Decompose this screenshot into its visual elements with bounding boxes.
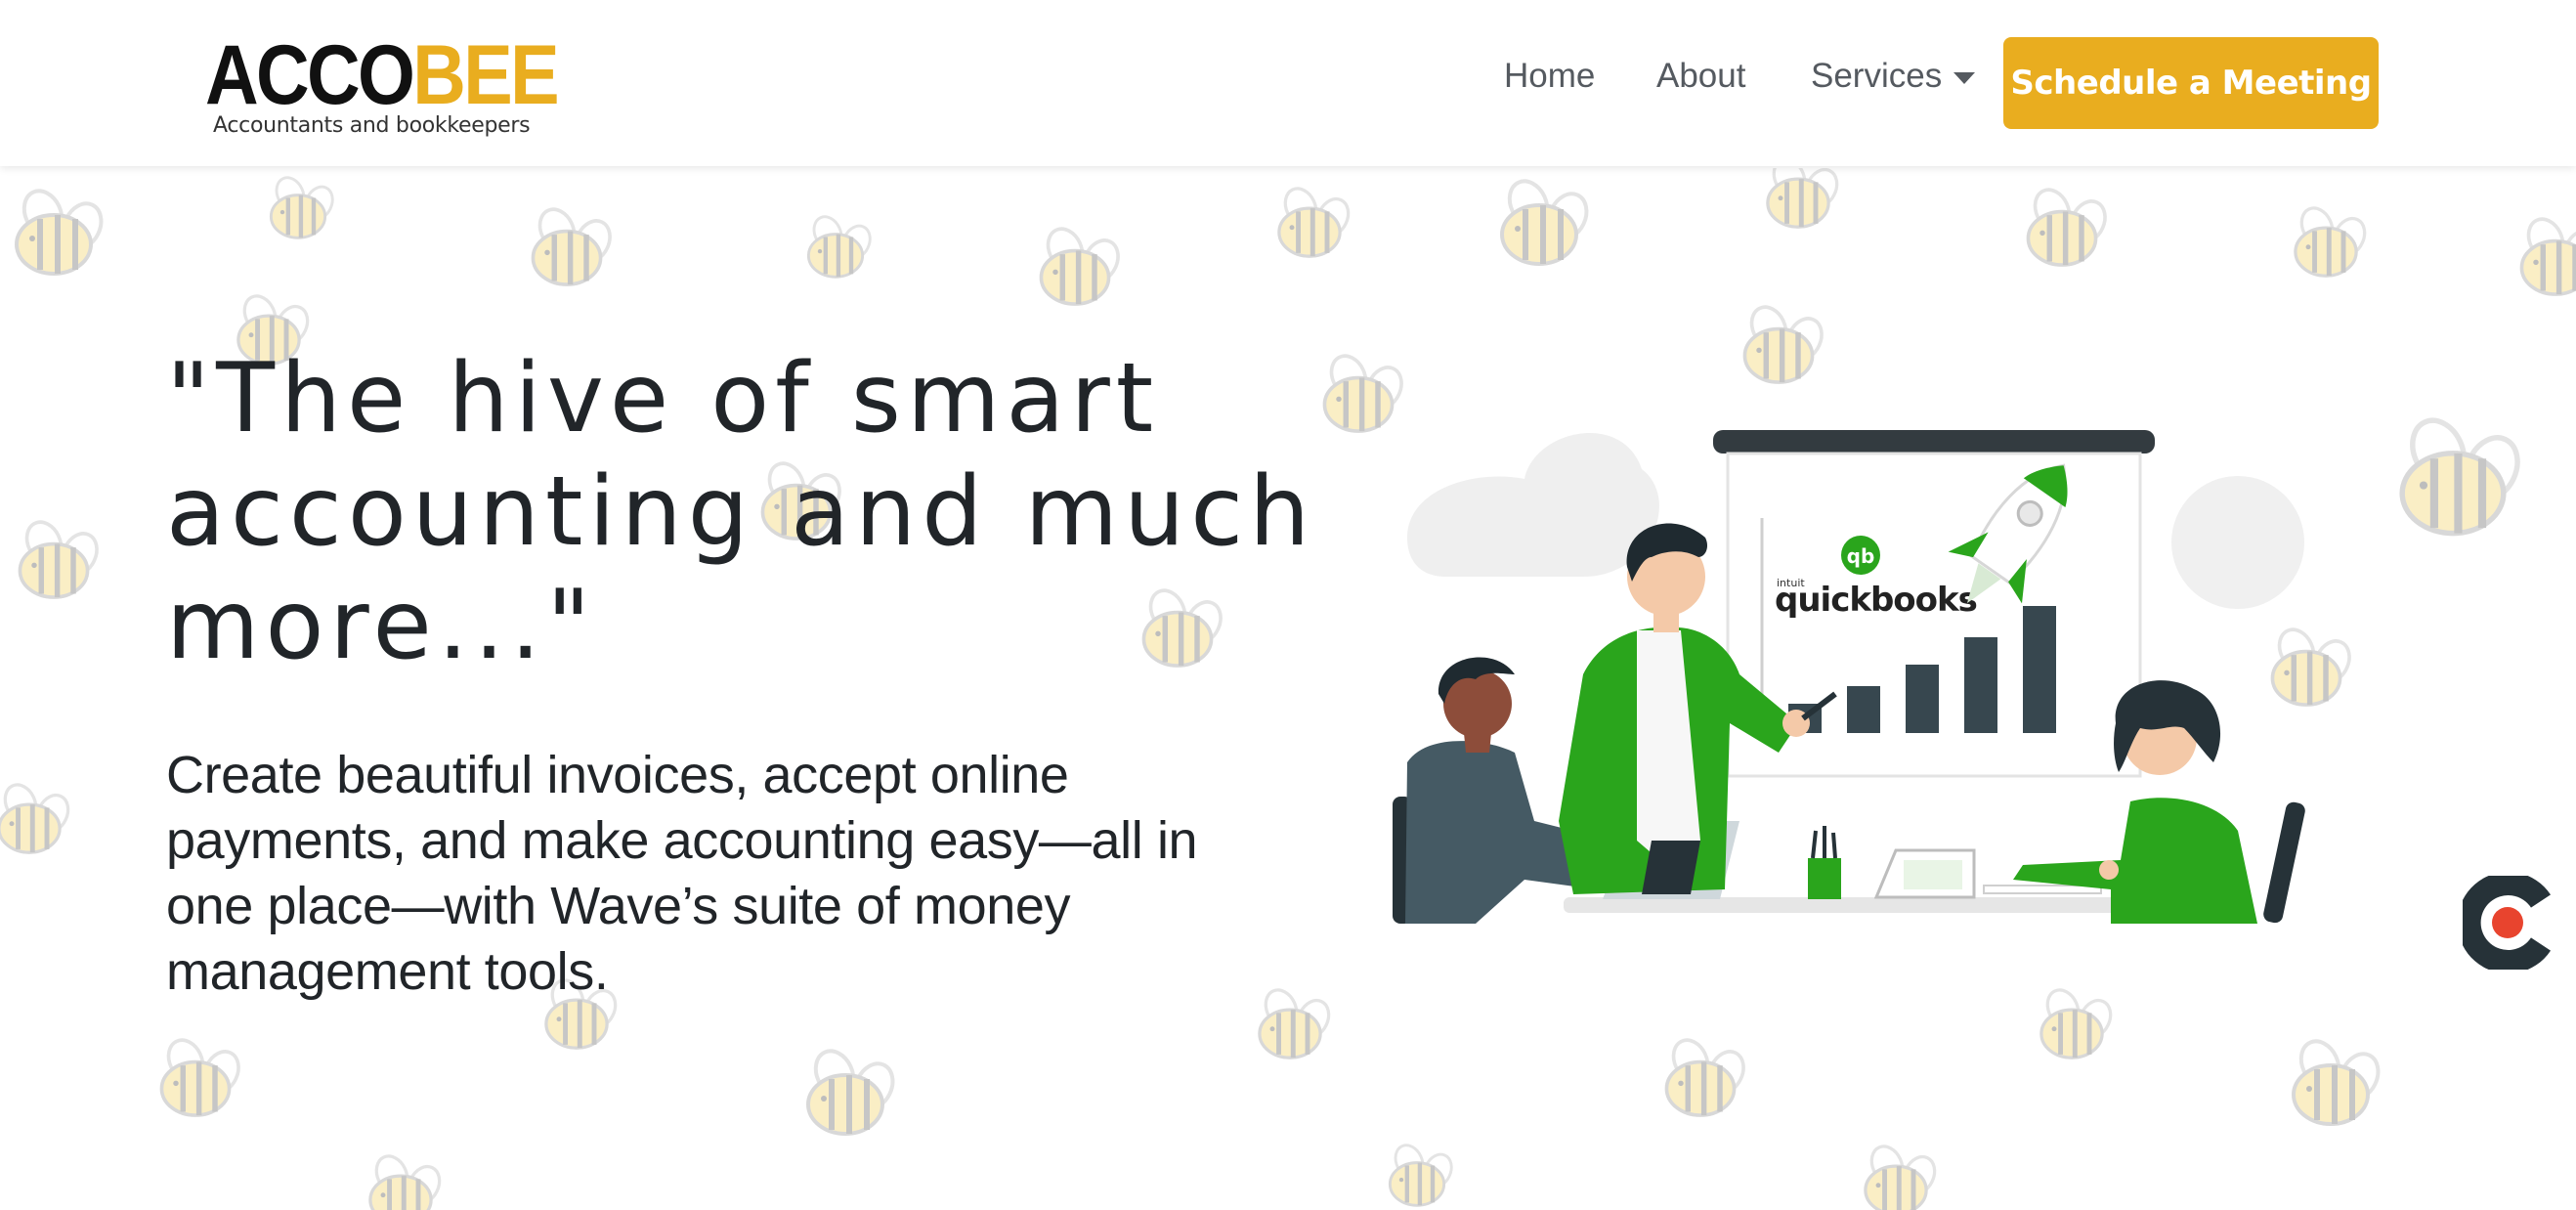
bee-icon	[1642, 1028, 1759, 1126]
bee-icon	[1368, 1136, 1466, 1210]
bee-icon	[1749, 168, 1847, 237]
bee-icon	[0, 510, 107, 608]
bee-icon	[342, 1145, 459, 1210]
bee-icon	[0, 774, 78, 862]
bee-icon	[0, 178, 117, 285]
bee-icon	[782, 1038, 909, 1145]
logo-wordmark: ACCOBEE	[205, 28, 560, 122]
site-logo[interactable]: ACCOBEE Accountants and bookkeepers	[205, 33, 560, 141]
bee-icon	[137, 1028, 254, 1126]
bee-icon	[2003, 178, 2121, 276]
accounting-team-illustration: qb intuit quickbooks	[1393, 430, 2305, 924]
schedule-meeting-button[interactable]: Schedule a Meeting	[2003, 37, 2379, 129]
bee-icon	[1261, 178, 1358, 266]
bee-icon	[2365, 403, 2541, 549]
chevron-down-icon[interactable]	[1953, 72, 1975, 84]
bee-icon	[508, 197, 625, 295]
chat-widget-icon[interactable]	[2463, 876, 2556, 970]
site-header: ACCOBEE Accountants and bookkeepers Home…	[0, 0, 2576, 166]
bee-icon	[1016, 217, 1134, 315]
nav-home-link[interactable]: Home	[1504, 57, 1595, 96]
bee-icon	[2267, 1028, 2394, 1136]
bee-icon	[254, 168, 342, 246]
nav-services-link[interactable]: Services	[1811, 57, 1942, 96]
bee-icon	[2023, 979, 2121, 1067]
logo-tagline: Accountants and bookkeepers	[213, 113, 531, 138]
hero-description: Create beautiful invoices, accept online…	[166, 746, 1198, 1001]
hero-title: "The hive of smart accounting and much m…	[166, 343, 1316, 681]
bee-icon	[1837, 1136, 1954, 1210]
bee-icon	[2502, 207, 2576, 305]
svg-text:qb: qb	[1847, 544, 1875, 568]
bee-icon	[1476, 168, 1603, 276]
quickbooks-logo-text: quickbooks	[1775, 581, 1977, 620]
bee-icon	[1720, 295, 1837, 393]
bee-icon	[792, 207, 880, 285]
nav-about-link[interactable]: About	[1656, 57, 1745, 96]
bee-icon	[2277, 197, 2375, 285]
